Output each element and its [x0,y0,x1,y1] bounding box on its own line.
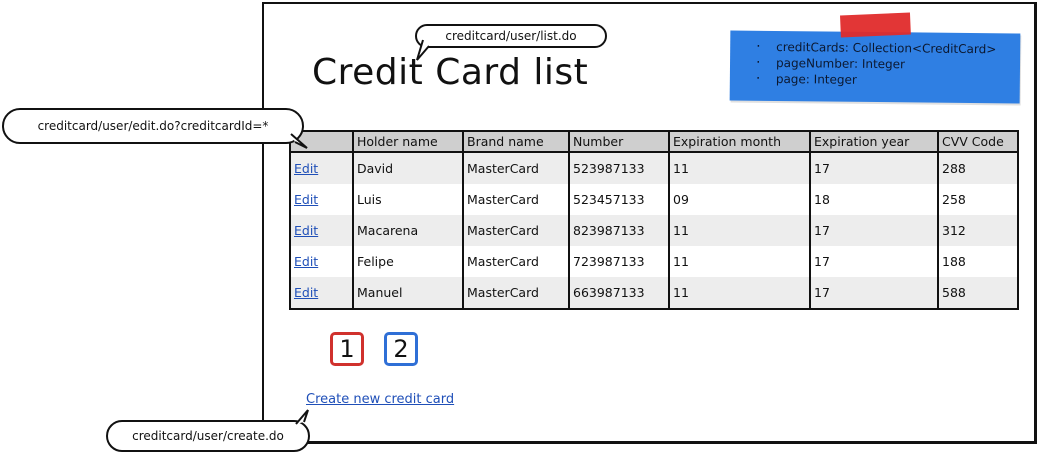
credit-card-table: Holder name Brand name Number Expiration… [289,130,1019,310]
create-url-text: creditcard/user/create.do [132,429,284,443]
edit-link[interactable]: Edit [294,254,318,269]
exp-month-cell: 11 [669,152,811,184]
note-tape [840,12,911,38]
brand-cell: MasterCard [463,184,570,215]
table-row: Edit David MasterCard 523987133 11 17 28… [290,152,1018,184]
holder-cell: Luis [353,184,464,215]
column-header: Brand name [463,131,570,153]
holder-cell: Macarena [353,215,464,246]
create-credit-card-link[interactable]: Create new credit card [306,392,454,407]
exp-month-cell: 11 [669,277,811,309]
cvv-cell: 258 [938,184,1018,215]
table-row: Edit Luis MasterCard 523457133 09 18 258 [290,184,1018,215]
edit-link[interactable]: Edit [294,285,318,300]
page-2-button[interactable]: 2 [384,332,418,366]
create-url-bubble: creditcard/user/create.do [106,409,310,452]
number-cell: 663987133 [569,277,670,309]
column-header: CVV Code [938,131,1018,153]
holder-cell: David [353,152,464,184]
edit-url-bubble: creditcard/user/edit.do?creditcardId=* [2,108,308,149]
edit-link[interactable]: Edit [294,192,318,207]
exp-year-cell: 17 [810,215,939,246]
table-header-row: Holder name Brand name Number Expiration… [290,131,1018,153]
column-header: Expiration month [669,131,811,153]
edit-url-text: creditcard/user/edit.do?creditcardId=* [37,119,269,133]
number-cell: 523457133 [569,184,670,215]
bubble-tail [290,133,308,149]
page-title: Credit Card list [312,52,589,93]
brand-cell: MasterCard [463,277,570,309]
exp-year-cell: 17 [810,246,939,277]
note-item: page: Integer [756,71,1020,90]
table-row: Edit Macarena MasterCard 823987133 11 17… [290,215,1018,246]
exp-year-cell: 18 [810,184,939,215]
holder-cell: Manuel [353,277,464,309]
edit-link[interactable]: Edit [294,161,318,176]
list-url-text: creditcard/user/list.do [445,29,577,43]
table-row: Edit Manuel MasterCard 663987133 11 17 5… [290,277,1018,309]
cvv-cell: 188 [938,246,1018,277]
exp-year-cell: 17 [810,152,939,184]
cvv-cell: 312 [938,215,1018,246]
brand-cell: MasterCard [463,215,570,246]
column-header: Expiration year [810,131,939,153]
brand-cell: MasterCard [463,246,570,277]
number-cell: 523987133 [569,152,670,184]
bubble-tail [416,39,430,61]
number-cell: 823987133 [569,215,670,246]
note-list: creditCards: Collection<CreditCard> page… [730,38,1020,89]
column-header: Holder name [353,131,464,153]
page-1-button[interactable]: 1 [330,332,364,366]
list-url-bubble: creditcard/user/list.do [415,24,607,61]
cvv-cell: 588 [938,277,1018,309]
cvv-cell: 288 [938,152,1018,184]
exp-year-cell: 17 [810,277,939,309]
model-attributes-note: creditCards: Collection<CreditCard> page… [729,12,1021,104]
exp-month-cell: 09 [669,184,811,215]
holder-cell: Felipe [353,246,464,277]
exp-month-cell: 11 [669,246,811,277]
table-row: Edit Felipe MasterCard 723987133 11 17 1… [290,246,1018,277]
exp-month-cell: 11 [669,215,811,246]
column-header: Number [569,131,670,153]
edit-link[interactable]: Edit [294,223,318,238]
bubble-tail [295,409,309,425]
number-cell: 723987133 [569,246,670,277]
brand-cell: MasterCard [463,152,570,184]
